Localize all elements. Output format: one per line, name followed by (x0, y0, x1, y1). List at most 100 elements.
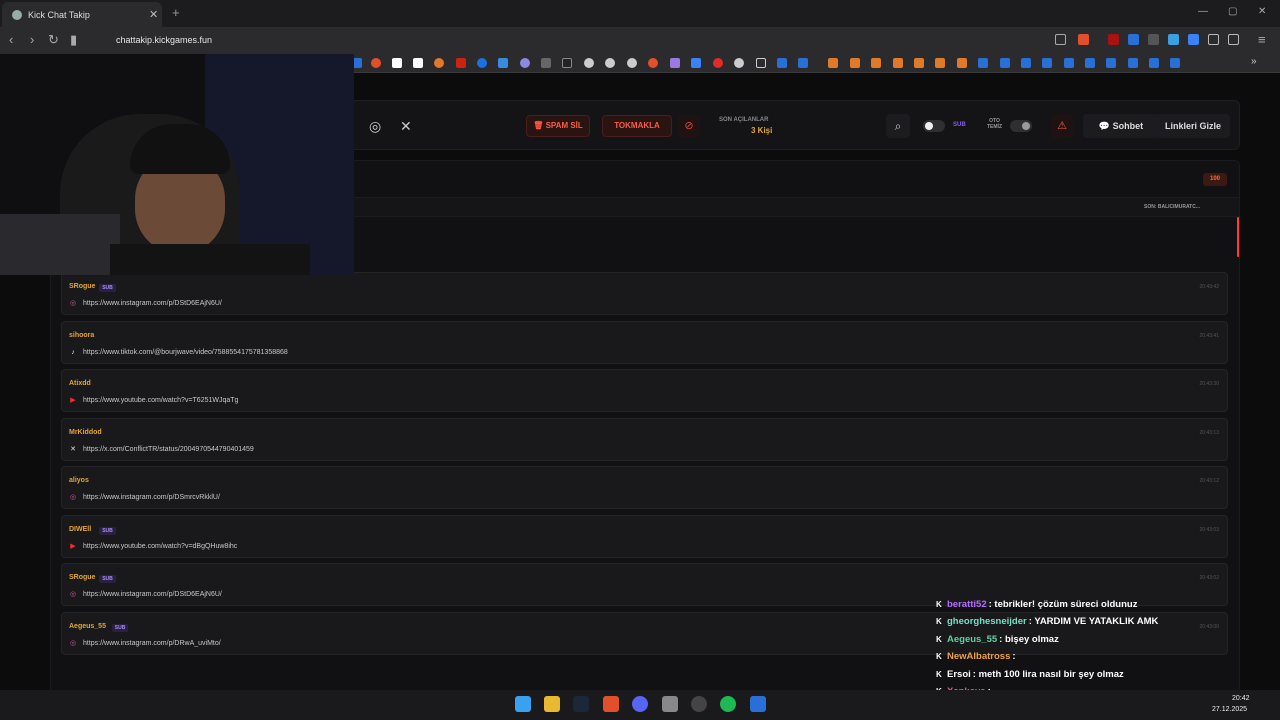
message-username[interactable]: MrKiddod (69, 429, 102, 436)
bookmark-item[interactable] (392, 58, 402, 68)
start-icon[interactable] (515, 696, 531, 712)
message-username[interactable]: SRogue (69, 283, 95, 290)
bookmark-item[interactable] (1085, 58, 1095, 68)
bookmark-item[interactable] (541, 58, 551, 68)
maximize-icon[interactable]: ▢ (1228, 6, 1237, 17)
clock-date[interactable]: 27.12.2025 (1212, 706, 1247, 713)
bookmark-item[interactable] (1000, 58, 1010, 68)
bookmark-icon[interactable]: ▮ (70, 32, 77, 48)
bookmark-item[interactable] (584, 58, 594, 68)
minimize-icon[interactable]: — (1198, 6, 1208, 17)
message-username[interactable]: DIWEll (69, 526, 91, 533)
bookmarks-overflow-icon[interactable]: » (1251, 56, 1257, 67)
brave-shield-icon[interactable] (1078, 34, 1089, 45)
bookmark-item[interactable] (456, 58, 466, 68)
bookmark-item[interactable] (957, 58, 967, 68)
message-link[interactable]: https://www.youtube.com/watch?v=T6251WJq… (83, 397, 238, 404)
extension-icon[interactable] (1168, 34, 1179, 45)
message-link[interactable]: https://www.instagram.com/p/DRwA_uviMto/ (83, 640, 221, 647)
bookmark-item[interactable] (371, 58, 381, 68)
bookmark-item[interactable] (498, 58, 508, 68)
extension-icon[interactable] (1188, 34, 1199, 45)
bookmark-item[interactable] (1149, 58, 1159, 68)
sidebar-icon[interactable] (1228, 34, 1239, 45)
link-message-card[interactable]: SRogue SUB ◎ https://www.instagram.com/p/DS… (61, 272, 1228, 315)
steam-icon[interactable] (573, 696, 589, 712)
sub-toggle[interactable] (923, 120, 945, 132)
message-username[interactable]: sihoora (69, 332, 94, 339)
bookmark-item[interactable] (605, 58, 615, 68)
brave-icon[interactable] (603, 696, 619, 712)
message-link[interactable]: https://x.com/ConflictTR/status/20049705… (83, 446, 254, 453)
instagram-icon[interactable]: ◎ (369, 118, 381, 135)
tab-close-icon[interactable]: ✕ (149, 8, 158, 21)
bookmark-item[interactable] (713, 58, 723, 68)
forward-icon[interactable]: › (30, 32, 34, 47)
bookmark-item[interactable] (627, 58, 637, 68)
auto-clean-toggle[interactable] (1010, 120, 1032, 132)
message-username[interactable]: Atixdd (69, 380, 91, 387)
alert-icon[interactable]: ⚠ (1051, 114, 1073, 138)
ban-icon[interactable]: ⊘ (678, 115, 700, 137)
bookmark-item[interactable] (1106, 58, 1116, 68)
bookmark-item[interactable] (828, 58, 838, 68)
bookmark-item[interactable] (1021, 58, 1031, 68)
tokmakla-button[interactable]: TOKMAKLA (602, 115, 672, 137)
spotify-icon[interactable] (720, 696, 736, 712)
folder-icon[interactable] (756, 58, 766, 68)
bookmark-item[interactable] (477, 58, 487, 68)
file-explorer-icon[interactable] (544, 696, 560, 712)
discord-icon[interactable] (632, 696, 648, 712)
ublock-icon[interactable] (1108, 34, 1119, 45)
message-username[interactable]: SRogue (69, 574, 95, 581)
bookmark-item[interactable] (798, 58, 808, 68)
bookmark-item[interactable] (1128, 58, 1138, 68)
browser-tab[interactable]: Kick Chat Takip ✕ (2, 2, 162, 27)
extension-icon[interactable] (1148, 34, 1159, 45)
bookmark-item[interactable] (978, 58, 988, 68)
x-icon[interactable]: ✕ (400, 118, 412, 135)
app-icon[interactable] (750, 696, 766, 712)
extension-icon[interactable] (1128, 34, 1139, 45)
message-link[interactable]: https://www.youtube.com/watch?v=dBgQHuw8… (83, 543, 237, 550)
new-tab-button[interactable]: + (172, 5, 180, 20)
link-message-card[interactable]: DIWEll SUB ▶ https://www.youtube.com/watch?… (61, 514, 1228, 558)
app-icon[interactable] (691, 696, 707, 712)
bookmark-item[interactable] (734, 58, 744, 68)
spam-delete-button[interactable]: 🗑 SPAM SİL (526, 115, 590, 137)
menu-icon[interactable]: ≡ (1258, 32, 1266, 47)
bookmark-item[interactable] (1064, 58, 1074, 68)
window-close-icon[interactable]: ✕ (1258, 6, 1266, 17)
link-message-card[interactable]: aliyos ◎ https://www.instagram.com/p/DSmrc… (61, 466, 1228, 509)
bookmark-item[interactable] (413, 58, 423, 68)
link-message-card[interactable]: MrKiddod ✕ https://x.com/ConflictTR/status… (61, 417, 1228, 461)
extensions-puzzle-icon[interactable] (1208, 34, 1219, 45)
bookmark-item[interactable] (935, 58, 945, 68)
bookmark-item[interactable] (893, 58, 903, 68)
bookmark-item[interactable] (777, 58, 787, 68)
bookmark-item[interactable] (562, 58, 572, 68)
bookmark-item[interactable] (520, 58, 530, 68)
reload-icon[interactable]: ↻ (48, 32, 59, 48)
message-link[interactable]: https://www.tiktok.com/@bourjwave/video/… (83, 349, 288, 356)
clock-time[interactable]: 20:42 (1232, 695, 1250, 702)
scrollbar-thumb[interactable] (1237, 217, 1239, 257)
bookmark-item[interactable] (850, 58, 860, 68)
app-icon[interactable] (662, 696, 678, 712)
bookmark-item[interactable] (648, 58, 658, 68)
message-link[interactable]: https://www.instagram.com/p/DStD6EAjN6U/ (83, 591, 222, 598)
search-icon[interactable]: ⌕ (886, 114, 910, 138)
hide-links-button[interactable]: Linkleri Gizle (1156, 114, 1230, 138)
share-icon[interactable] (1055, 34, 1066, 45)
bookmark-item[interactable] (434, 58, 444, 68)
message-username[interactable]: Aegeus_55 (69, 623, 106, 630)
message-username[interactable]: aliyos (69, 477, 89, 484)
chat-button[interactable]: 💬 Sohbet (1083, 114, 1159, 138)
bookmark-item[interactable] (691, 58, 701, 68)
bookmark-item[interactable] (1170, 58, 1180, 68)
message-link[interactable]: https://www.instagram.com/p/DSmrcvRkklU/ (83, 494, 220, 501)
bookmark-item[interactable] (914, 58, 924, 68)
link-message-card[interactable]: sihoora ♪ https://www.tiktok.com/@bourjwav… (61, 320, 1228, 364)
message-link[interactable]: https://www.instagram.com/p/DStD6EAjN6U/ (83, 300, 222, 307)
bookmark-item[interactable] (670, 58, 680, 68)
